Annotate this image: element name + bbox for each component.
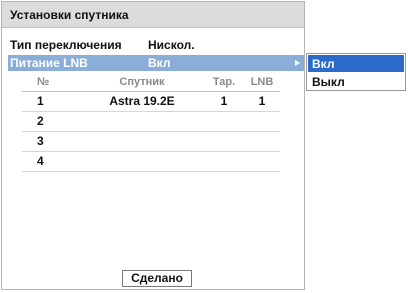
row-lnb: 1 <box>258 94 266 108</box>
lnb-power-row[interactable]: Питание LNB Вкл <box>8 55 304 71</box>
row-satellite: Astra 19.2E <box>109 94 175 108</box>
satellite-settings-panel: Установки спутника Тип переключения Ниск… <box>1 1 305 290</box>
option-on[interactable]: Вкл <box>308 55 404 72</box>
table-row[interactable]: 4 <box>22 152 280 172</box>
title-bar: Установки спутника <box>2 2 304 28</box>
header-tar: Тар. <box>212 76 236 88</box>
panel-title: Установки спутника <box>10 8 129 22</box>
done-button[interactable]: Сделано <box>122 270 192 287</box>
row-num: 2 <box>37 114 44 128</box>
switch-type-row[interactable]: Тип переключения Нискол. <box>8 37 304 53</box>
option-off[interactable]: Выкл <box>308 73 404 90</box>
row-num: 1 <box>37 94 44 108</box>
table-row[interactable]: 1 Astra 19.2E 1 1 <box>22 92 280 112</box>
header-satellite: Спутник <box>119 76 165 88</box>
arrow-right-icon <box>295 60 300 66</box>
lnb-power-value: Вкл <box>148 56 171 70</box>
table-row[interactable]: 3 <box>22 132 280 152</box>
switch-type-value: Нискол. <box>148 38 195 52</box>
row-tar: 1 <box>220 94 228 108</box>
lnb-power-label: Питание LNB <box>10 56 88 70</box>
row-num: 3 <box>37 134 44 148</box>
row-num: 4 <box>37 154 44 168</box>
option-off-label: Выкл <box>312 75 345 89</box>
header-lnb: LNB <box>250 76 274 88</box>
satellite-table: № Спутник Тар. LNB 1 Astra 19.2E 1 1 2 3… <box>22 74 280 172</box>
header-num: № <box>37 76 50 88</box>
lnb-power-dropdown: Вкл Выкл <box>306 53 406 91</box>
switch-type-label: Тип переключения <box>10 38 122 52</box>
table-header: № Спутник Тар. LNB <box>22 74 280 92</box>
table-row[interactable]: 2 <box>22 112 280 132</box>
option-on-label: Вкл <box>312 57 335 71</box>
